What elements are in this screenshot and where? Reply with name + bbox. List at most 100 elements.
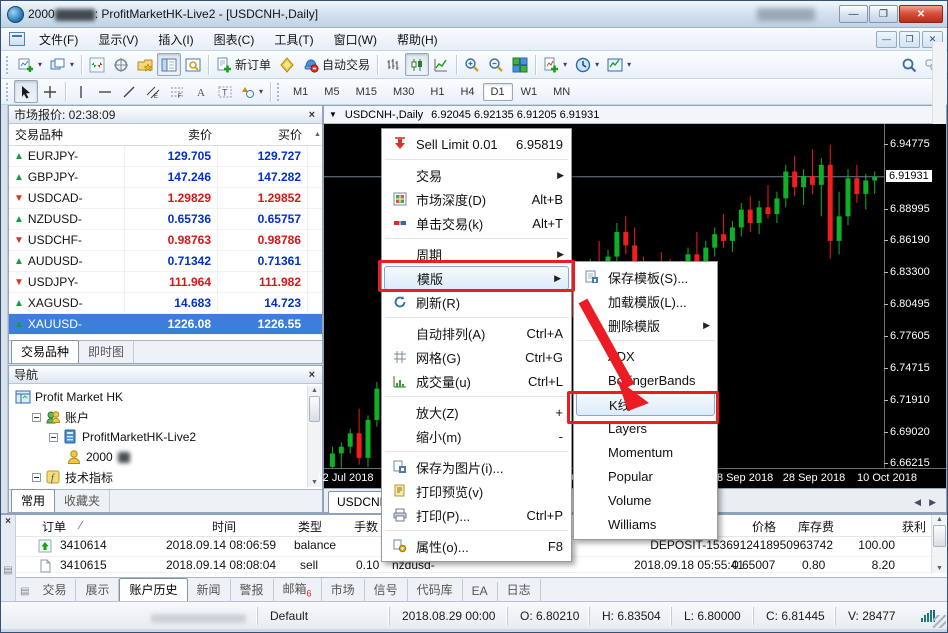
tree-expand-icon[interactable] [32,473,41,482]
template-item-bollingerbands[interactable]: BollingerBands [574,368,717,392]
trendline-tool-button[interactable] [117,80,141,103]
context-menu-item-sell-limit-0-01[interactable]: Sell Limit 0.016.95819 [382,132,571,156]
menu-window[interactable]: 窗口(W) [324,28,387,51]
terminal-tab-交易[interactable]: 交易 [33,579,76,601]
market-watch-row-gbpjpy[interactable]: ▲GBPJPY-147.246147.282 [9,167,322,188]
context-menu-item-保存为图片-i----[interactable]: 保存为图片(i)... [382,455,571,479]
navigator-tab-收藏夹[interactable]: 收藏夹 [55,490,110,512]
menu-insert[interactable]: 插入(I) [148,28,203,51]
cursor-tool-button[interactable] [14,80,38,103]
context-menu-item-周期[interactable]: 周期▶ [382,242,571,266]
terminal-tab-账户历史[interactable]: 账户历史 [119,578,187,601]
template-item-volume[interactable]: Volume [574,488,717,512]
close-icon[interactable]: × [307,109,317,121]
timeframe-h1[interactable]: H1 [422,83,452,101]
tab-scroll-right-icon[interactable]: ▶ [929,497,936,508]
search-button[interactable] [897,53,921,76]
templates-button[interactable]: ▾ [603,53,635,76]
menu-charts[interactable]: 图表(C) [204,28,265,51]
periods-button[interactable]: ▾ [571,53,603,76]
context-menu-item-网格-g-[interactable]: 网格(G)Ctrl+G [382,345,571,369]
indicators-list-button[interactable]: ▾ [539,53,571,76]
close-icon[interactable]: × [307,369,317,381]
template-item-k线[interactable]: K线 [576,392,715,416]
tick-chart-button[interactable] [85,53,109,76]
timeframe-m5[interactable]: M5 [316,83,347,101]
zoom-in-button[interactable] [460,53,484,76]
terminal-tab-警报[interactable]: 警报 [231,579,274,601]
bar-chart-button[interactable] [381,53,405,76]
market-watch-row-audusd[interactable]: ▲AUDUSD-0.713420.71361 [9,251,322,272]
terminal-tab-市场[interactable]: 市场 [322,579,365,601]
template-item-加载模版-l----[interactable]: 加载模版(L)... [574,289,717,313]
market-watch-row-usdchf[interactable]: ▼USDCHF-0.987630.98786 [9,230,322,251]
terminal-tab-邮箱[interactable]: 邮箱6 [274,578,322,601]
terminal-column-header[interactable]: 手数 [354,518,378,535]
channel-tool-button[interactable]: E [141,80,165,103]
context-menu-item-打印预览-v-[interactable]: 打印预览(v) [382,479,571,503]
data-window-button[interactable] [109,53,133,76]
status-template[interactable]: Default [257,607,389,625]
terminal-column-header[interactable]: 时间 [212,518,236,535]
line-chart-button[interactable] [429,53,453,76]
menu-help[interactable]: 帮助(H) [387,28,448,51]
context-menu-item-缩小-m-[interactable]: 缩小(m)- [382,424,571,448]
navigator-item-账户[interactable]: 账户 [11,407,320,427]
context-menu-item-交易[interactable]: 交易▶ [382,163,571,187]
child-minimize-button[interactable]: — [876,31,897,48]
label-tool-button[interactable]: T [213,80,237,103]
tile-windows-button[interactable] [508,53,532,76]
tree-expand-icon[interactable] [32,413,41,422]
terminal-column-header[interactable]: 获利 [902,518,926,535]
navigator-tab-常用[interactable]: 常用 [11,489,55,513]
terminal-column-header[interactable]: 价格 [752,518,776,535]
autotrading-button[interactable]: 自动交易 [299,53,374,76]
context-menu-item-市场深度-d-[interactable]: 市场深度(D)Alt+B [382,187,571,211]
terminal-tab-展示[interactable]: 展示 [76,579,119,601]
menu-file[interactable]: 文件(F) [29,28,88,51]
template-item-adx[interactable]: ADX [574,344,717,368]
timeframe-m15[interactable]: M15 [348,83,385,101]
timeframe-mn[interactable]: MN [545,83,578,101]
candlestick-chart-button[interactable] [405,53,429,76]
terminal-tab-信号[interactable]: 信号 [365,579,408,601]
text-tool-button[interactable]: A [189,80,213,103]
template-item-删除模版[interactable]: 删除模版▶ [574,313,717,337]
context-menu-item-刷新-r-[interactable]: 刷新(R) [382,290,571,314]
terminal-column-header[interactable]: 订单 [42,518,66,535]
market-watch-tab-即时图[interactable]: 即时图 [79,341,134,363]
navigator-item-profitmarkethk-live2[interactable]: ProfitMarketHK-Live2 [11,427,320,447]
market-watch-row-xauusd[interactable]: ▲XAUUSD-1226.081226.55 [9,314,322,335]
market-watch-row-xagusd[interactable]: ▲XAGUSD-14.68314.723 [9,293,322,314]
context-menu-item-自动排列-a-[interactable]: 自动排列(A)Ctrl+A [382,321,571,345]
market-watch-row-usdcad[interactable]: ▼USDCAD-1.298291.29852 [9,188,322,209]
vertical-line-tool-button[interactable] [69,80,93,103]
context-menu-item-打印-p----[interactable]: 打印(P)...Ctrl+P [382,503,571,527]
chevron-down-icon[interactable]: ▼ [329,110,337,119]
template-item-williams[interactable]: Williams [574,512,717,536]
navigator-item-profit-market-hk[interactable]: Profit Market HK [11,387,320,407]
tree-expand-icon[interactable] [49,433,58,442]
context-menu-item-属性-o----[interactable]: 属性(o)...F8 [382,534,571,558]
terminal-tab-新闻[interactable]: 新闻 [188,579,231,601]
market-watch-tab-交易品种[interactable]: 交易品种 [11,340,79,364]
context-menu-item-模版[interactable]: 模版▶ [384,266,569,290]
context-menu-item-成交量-u-[interactable]: 成交量(u)Ctrl+L [382,369,571,393]
shapes-tool-button[interactable]: ▾ [237,80,267,103]
horizontal-line-tool-button[interactable] [93,80,117,103]
market-watch-row-eurjpy[interactable]: ▲EURJPY-129.705129.727 [9,146,322,167]
terminal-tab-代码库[interactable]: 代码库 [408,579,463,601]
menu-view[interactable]: 显示(V) [88,28,148,51]
timeframe-h4[interactable]: H4 [452,83,482,101]
terminal-tab-日志[interactable]: 日志 [498,579,541,601]
navigator-button[interactable] [157,53,181,76]
navigator-item-2000[interactable]: 2000 [11,447,320,467]
child-restore-button[interactable]: ❐ [899,31,920,48]
terminal-scrollbar[interactable]: ▲ ▼ [931,515,947,573]
context-menu-item-单击交易-k-[interactable]: 单击交易(k)Alt+T [382,211,571,235]
context-menu-item-放大-z-[interactable]: 放大(Z)+ [382,400,571,424]
terminal-column-header[interactable]: 库存费 [798,518,834,535]
market-watch-row-usdjpy[interactable]: ▼USDJPY-111.964111.982 [9,272,322,293]
terminal-tab-EA[interactable]: EA [463,582,498,601]
restore-button[interactable]: ❐ [869,5,898,23]
